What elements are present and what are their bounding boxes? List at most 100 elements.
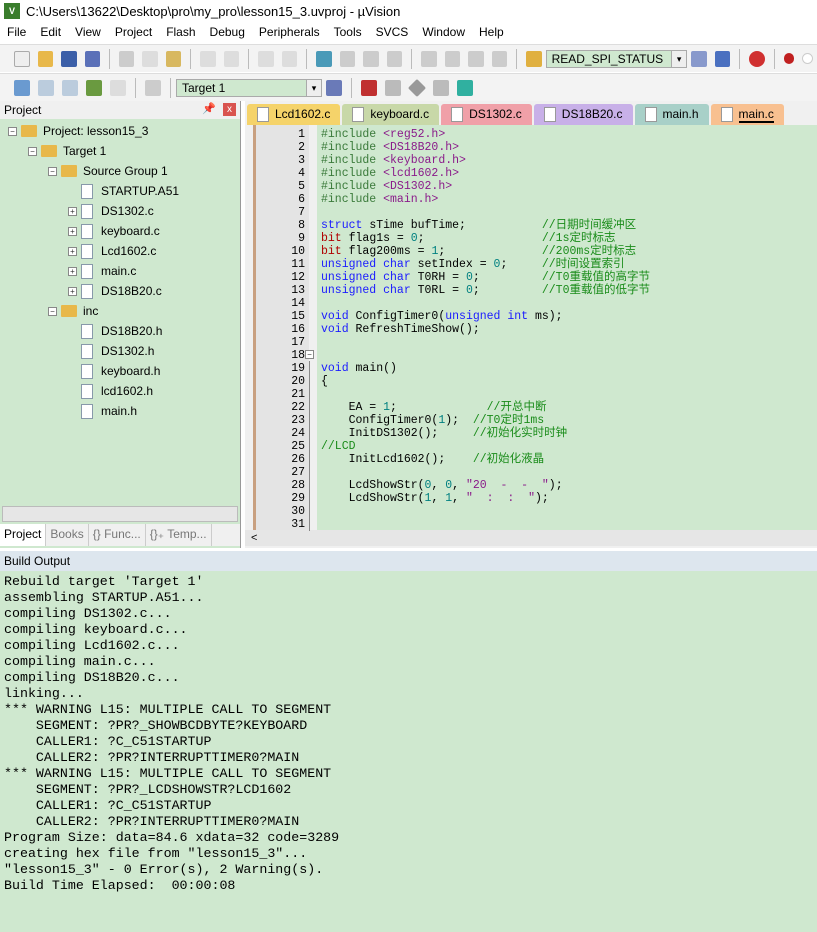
stop-build-icon[interactable] [110,79,126,96]
menu-edit[interactable]: Edit [33,25,68,39]
find-icon[interactable] [691,50,707,67]
collapse-icon[interactable]: − [48,166,57,176]
prev-bookmark-icon[interactable] [339,50,356,67]
collapse-icon[interactable]: − [48,306,57,316]
breakpoint-icon[interactable] [783,53,795,64]
chevron-down-icon[interactable]: ▾ [306,79,321,96]
code-area[interactable]: #include <reg52.h> #include <DS18B20.h> #i… [317,125,817,530]
tree-file[interactable]: STARTUP.A51 [68,181,179,201]
editor-tab[interactable]: keyboard.c [342,104,440,125]
editor-tab[interactable]: Lcd1602.c [247,104,341,125]
project-tab-3[interactable]: {}₊ Temp... [146,524,212,546]
save-all-icon[interactable] [84,50,100,67]
tree-file[interactable]: + DS1302.c [68,201,154,221]
find-combo[interactable]: READ_SPI_STATUS ▾ [545,49,688,68]
expand-icon[interactable]: + [68,266,77,276]
editor-tab[interactable]: DS18B20.c [533,104,633,125]
expand-icon[interactable]: + [68,246,77,256]
incremental-find-icon[interactable] [714,50,731,67]
tree-file[interactable]: + keyboard.c [68,221,160,241]
collapse-icon[interactable]: − [28,146,37,156]
tree-file[interactable]: keyboard.h [68,361,160,381]
collapse-icon[interactable]: − [8,126,17,136]
forward-icon[interactable] [281,50,298,67]
expand-icon[interactable]: + [68,226,77,236]
disable-breakpoint-icon[interactable] [802,53,813,64]
expand-icon[interactable]: + [68,206,77,216]
editor-tab[interactable]: main.c [710,104,784,125]
menu-peripherals[interactable]: Peripherals [252,25,327,39]
tree-file[interactable]: lcd1602.h [68,381,153,401]
new-file-icon[interactable] [14,50,30,67]
editor-horizontal-scrollbar[interactable]: < [245,530,817,546]
toolbar-build: Target 1 ▾ [0,73,817,101]
bookmark-icon[interactable] [316,50,332,67]
cut-icon[interactable] [118,50,135,67]
project-root[interactable]: − Project: lesson15_3 [8,121,148,141]
clear-bookmarks-icon[interactable] [386,50,403,67]
menu-tools[interactable]: Tools [327,25,369,39]
editor-tab[interactable]: DS1302.c [441,104,532,125]
project-tab-2[interactable]: {} Func... [89,524,146,546]
menu-window[interactable]: Window [415,25,472,39]
open-icon[interactable] [37,50,54,67]
tree-file[interactable]: DS1302.h [68,341,154,361]
debug-session-icon[interactable] [749,50,765,67]
copy-icon[interactable] [142,50,158,67]
tree-file[interactable]: main.h [68,401,137,421]
build-icon[interactable] [38,79,54,96]
menu-flash[interactable]: Flash [159,25,202,39]
undo-icon[interactable] [200,50,216,67]
uncomment-icon[interactable] [491,50,508,67]
tree-file[interactable]: + DS18B20.c [68,281,162,301]
save-icon[interactable] [61,50,77,67]
fold-line [309,361,310,531]
editor-tab[interactable]: main.h [634,104,709,125]
close-icon[interactable]: x [223,103,236,116]
run-time-environment-icon[interactable] [457,79,473,96]
menu-file[interactable]: File [0,25,33,39]
code-token: void [321,362,349,375]
target-combo[interactable]: Target 1 ▾ [176,78,322,97]
menu-help[interactable]: Help [472,25,511,39]
menu-view[interactable]: View [68,25,108,39]
tree-target[interactable]: − Target 1 [28,141,106,161]
file-extensions-icon[interactable] [385,79,401,96]
pin-icon[interactable]: 📌 [202,102,216,115]
indent-icon[interactable] [421,50,437,67]
pack-installer-icon[interactable] [407,78,427,97]
rebuild-icon[interactable] [62,79,78,96]
scroll-left-icon[interactable]: < [245,532,257,544]
back-icon[interactable] [258,50,274,67]
expand-icon[interactable]: + [68,286,77,296]
comment-icon[interactable] [468,50,484,67]
tree-file[interactable]: + main.c [68,261,136,281]
batch-build-icon[interactable] [86,79,102,96]
tree-group[interactable]: − Source Group 1 [48,161,168,181]
manage-components-icon[interactable] [361,79,377,96]
target-options-icon[interactable] [326,79,342,96]
next-bookmark-icon[interactable] [363,50,379,67]
tree-file[interactable]: + Lcd1602.c [68,241,156,261]
project-tab-0[interactable]: Project [0,524,47,546]
folder-icon [41,145,57,157]
menu-project[interactable]: Project [108,25,159,39]
redo-icon[interactable] [223,50,240,67]
translate-icon[interactable] [14,79,30,96]
fold-collapse-icon[interactable]: − [305,350,314,359]
paste-icon[interactable] [165,50,182,67]
tree-label: Target 1 [63,144,107,158]
tree-file[interactable]: DS18B20.h [68,321,162,341]
chevron-down-icon[interactable]: ▾ [671,50,687,67]
menu-svcs[interactable]: SVCS [369,25,416,39]
download-icon[interactable] [145,79,161,96]
menu-debug[interactable]: Debug [203,25,252,39]
project-tab-1[interactable]: Books [46,524,89,546]
project-horizontal-scrollbar[interactable] [2,506,238,522]
unindent-icon[interactable] [444,50,461,67]
tree-group[interactable]: − inc [48,301,98,321]
select-packs-icon[interactable] [433,79,449,96]
line-number: 19 [291,362,305,375]
build-output-panel: Build Output Rebuild target 'Target 1' as… [0,551,817,932]
find-in-files-icon[interactable] [526,50,542,67]
